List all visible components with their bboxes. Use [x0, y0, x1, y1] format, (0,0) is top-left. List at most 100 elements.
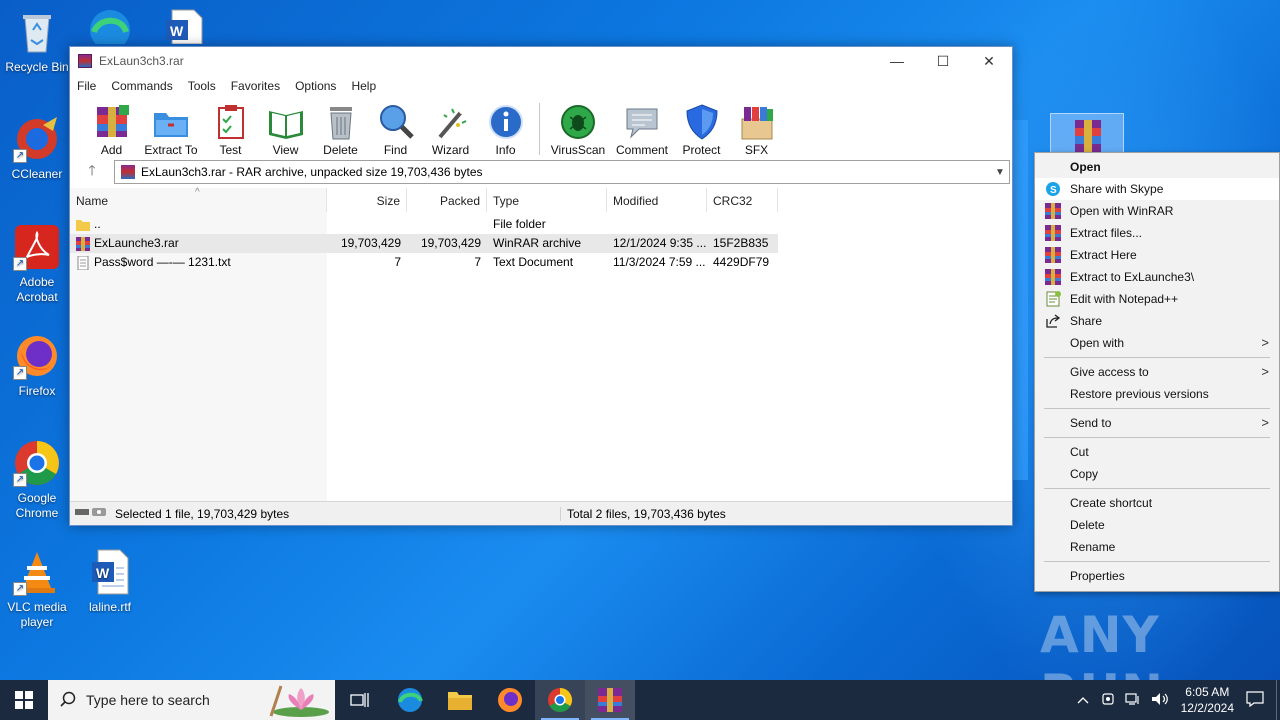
menu-item-rename[interactable]: Rename	[1035, 536, 1279, 558]
desktop-icon-vlc[interactable]: ↗ VLC media player	[0, 548, 74, 630]
toolbar-protect-button[interactable]: Protect	[674, 103, 729, 157]
close-button[interactable]: ✕	[966, 47, 1012, 75]
column-type[interactable]: Type	[487, 188, 607, 212]
column-packed[interactable]: Packed	[407, 188, 487, 212]
taskbar-winrar[interactable]	[585, 680, 635, 720]
column-modified[interactable]: Modified	[607, 188, 707, 212]
column-name[interactable]: Name ^	[70, 187, 327, 212]
table-row[interactable]: .. File folder	[70, 215, 778, 234]
notification-icon[interactable]	[1246, 690, 1264, 710]
menu-favorites[interactable]: Favorites	[231, 79, 280, 93]
menu-item-label: Share	[1070, 314, 1103, 328]
menu-item-copy[interactable]: Copy	[1035, 463, 1279, 485]
toolbar-delete-button[interactable]: Delete	[313, 103, 368, 157]
toolbar-add-button[interactable]: Add	[84, 103, 139, 157]
row-crc32: 4429DF79	[713, 255, 770, 269]
menu-item-open-with[interactable]: Open with >	[1035, 332, 1279, 354]
folder-icon	[76, 218, 90, 232]
menu-item-open-with-winrar[interactable]: Open with WinRAR	[1035, 200, 1279, 222]
show-desktop-button[interactable]	[1276, 680, 1280, 720]
edge-desktop-icon[interactable]	[86, 4, 134, 50]
toolbar-extract-to-button[interactable]: Extract To	[139, 103, 203, 157]
menu-tools[interactable]: Tools	[188, 79, 216, 93]
desktop-icon-recycle-bin[interactable]: Recycle Bin	[0, 8, 74, 75]
desktop-icon-label: Google Chrome	[15, 491, 59, 520]
vlc-icon: ↗	[13, 548, 61, 596]
menu-item-restore-previous-versions[interactable]: Restore previous versions	[1035, 383, 1279, 405]
desktop-icon-label: VLC media player	[7, 600, 67, 629]
taskbar-firefox[interactable]	[485, 680, 535, 720]
menu-bar: File Commands Tools Favorites Options He…	[70, 75, 1012, 97]
search-icon	[60, 691, 76, 710]
menu-item-extract-to-folder[interactable]: Extract to ExLaunche3\	[1035, 266, 1279, 288]
menu-item-edit-with-notepad[interactable]: Edit with Notepad++	[1035, 288, 1279, 310]
column-crc32[interactable]: CRC32	[707, 188, 778, 212]
file-list[interactable]: Name ^ Size Packed Type Modified CRC32 ..…	[70, 187, 1012, 501]
row-type: WinRAR archive	[493, 236, 582, 250]
menu-item-open[interactable]: Open	[1035, 156, 1279, 178]
toolbar-view-button[interactable]: View	[258, 103, 313, 157]
menu-item-extract-here[interactable]: Extract Here	[1035, 244, 1279, 266]
clock-time: 6:05 AM	[1185, 685, 1230, 699]
toolbar-wizard-button[interactable]: Wizard	[423, 103, 478, 157]
menu-item-share-with-skype[interactable]: S Share with Skype	[1035, 178, 1279, 200]
toolbar-find-button[interactable]: Find	[368, 103, 423, 157]
taskbar-search-box[interactable]: Type here to search	[48, 680, 335, 720]
network-icon[interactable]	[1125, 692, 1141, 709]
toolbar-sfx-button[interactable]: SFX	[729, 103, 784, 157]
taskbar-file-explorer[interactable]	[435, 680, 485, 720]
desktop-icon-selected-rar[interactable]	[1050, 113, 1124, 153]
minimize-button[interactable]: —	[874, 47, 920, 75]
drive-icon[interactable]	[74, 506, 108, 521]
windows-logo-icon	[15, 691, 33, 709]
chevron-up-icon[interactable]	[1077, 693, 1089, 707]
menu-item-give-access-to[interactable]: Give access to >	[1035, 361, 1279, 383]
desktop-icon-google-chrome[interactable]: ↗ Google Chrome	[0, 439, 74, 521]
column-size[interactable]: Size	[327, 188, 407, 212]
menu-item-send-to[interactable]: Send to >	[1035, 412, 1279, 434]
menu-item-delete[interactable]: Delete	[1035, 514, 1279, 536]
menu-item-extract-files[interactable]: Extract files...	[1035, 222, 1279, 244]
toolbar-virusscan-button[interactable]: VirusScan	[546, 103, 610, 157]
taskbar-edge[interactable]	[385, 680, 435, 720]
address-field[interactable]: ExLaun3ch3.rar - RAR archive, unpacked s…	[114, 160, 1010, 184]
info-icon	[487, 103, 525, 141]
menu-item-create-shortcut[interactable]: Create shortcut	[1035, 492, 1279, 514]
word-desktop-icon[interactable]: W	[162, 8, 206, 45]
toolbar-label: Find	[383, 143, 408, 157]
desktop-icon-firefox[interactable]: ↗ Firefox	[0, 332, 74, 399]
menu-item-share[interactable]: Share	[1035, 310, 1279, 332]
start-button[interactable]	[0, 680, 48, 720]
menu-item-cut[interactable]: Cut	[1035, 441, 1279, 463]
taskbar-clock[interactable]: 6:05 AM 12/2/2024	[1181, 684, 1234, 716]
winrar-window[interactable]: ExLaun3ch3.rar — ☐ ✕ File Commands Tools…	[69, 46, 1013, 526]
maximize-button[interactable]: ☐	[920, 47, 966, 75]
title-bar[interactable]: ExLaun3ch3.rar — ☐ ✕	[70, 47, 1012, 75]
desktop-icon-adobe-acrobat[interactable]: ↗ Adobe Acrobat	[0, 223, 74, 305]
taskbar-chrome[interactable]	[535, 680, 585, 720]
desktop-icon-ccleaner[interactable]: ↗ CCleaner	[0, 115, 74, 182]
chevron-down-icon[interactable]: ▼	[991, 167, 1009, 178]
row-size: 19,703,429	[340, 236, 401, 250]
task-view-button[interactable]	[335, 680, 385, 720]
up-arrow-icon[interactable]: 🡑	[70, 160, 114, 184]
table-row[interactable]: ExLaunche3.rar 19,703,429 19,703,429 Win…	[70, 234, 778, 253]
menu-separator	[1044, 488, 1270, 489]
toolbar-info-button[interactable]: Info	[478, 103, 533, 157]
menu-item-properties[interactable]: Properties	[1035, 565, 1279, 587]
winrar-icon	[1045, 203, 1061, 219]
toolbar-test-button[interactable]: Test	[203, 103, 258, 157]
menu-commands[interactable]: Commands	[111, 79, 172, 93]
security-icon[interactable]	[1101, 692, 1115, 709]
toolbar-comment-button[interactable]: Comment	[610, 103, 674, 157]
context-menu[interactable]: Open S Share with Skype Open with WinRAR …	[1034, 152, 1280, 592]
volume-icon[interactable]	[1151, 692, 1169, 709]
winrar-icon	[598, 688, 622, 712]
desktop-icon-laline-rtf[interactable]: W laline.rtf	[73, 548, 147, 615]
table-row[interactable]: Pass$word —-— 1231.txt 7 7 Text Document…	[70, 253, 778, 272]
menu-help[interactable]: Help	[351, 79, 376, 93]
adobe-acrobat-icon: ↗	[13, 223, 61, 271]
menu-file[interactable]: File	[77, 79, 96, 93]
chrome-icon: ↗	[13, 439, 61, 487]
menu-options[interactable]: Options	[295, 79, 336, 93]
